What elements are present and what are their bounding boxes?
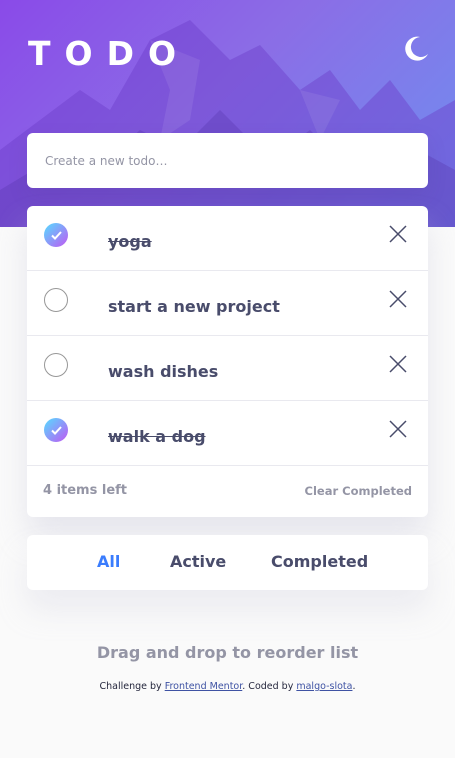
delete-button[interactable] [387,223,409,245]
todo-checkbox[interactable] [44,353,68,377]
check-icon [51,426,62,435]
theme-toggle-button[interactable] [400,34,430,64]
todo-item[interactable]: walk a dog [27,401,428,466]
todo-item[interactable]: yoga [27,206,428,271]
frontend-mentor-link[interactable]: Frontend Mentor [165,681,243,692]
attribution: Challenge by Frontend Mentor. Coded by m… [0,681,455,692]
todo-item[interactable]: start a new project [27,271,428,336]
delete-button[interactable] [387,353,409,375]
author-link[interactable]: malgo-slota [296,681,352,692]
delete-button[interactable] [387,418,409,440]
list-footer: 4 items left Clear Completed [27,466,428,517]
filter-active[interactable]: Active [170,552,226,571]
app-title: TODO [28,34,191,73]
close-icon [389,225,407,243]
drag-hint: Drag and drop to reorder list [96,643,359,662]
attribution-prefix: Challenge by [99,681,165,692]
todo-item[interactable]: wash dishes [27,336,428,401]
check-icon [51,231,62,240]
attribution-middle: . Coded by [242,681,297,692]
moon-icon [405,36,428,61]
filter-all[interactable]: All [97,552,120,571]
filter-completed[interactable]: Completed [271,552,368,571]
new-todo-container [27,133,428,188]
todo-checkbox[interactable] [44,418,68,442]
filter-bar: All Active Completed [27,535,428,590]
new-todo-input[interactable] [27,133,428,188]
todo-checkbox[interactable] [44,288,68,312]
todo-text: walk a dog [108,427,206,446]
todo-text: yoga [108,232,152,251]
todo-text: start a new project [108,297,280,316]
todo-list: yoga start a new project wash dishes wal… [27,206,428,517]
close-icon [389,355,407,373]
attribution-suffix: . [352,681,356,692]
delete-button[interactable] [387,288,409,310]
todo-text: wash dishes [108,362,219,381]
items-left-count: 4 items left [43,483,128,498]
todo-checkbox[interactable] [44,223,68,247]
close-icon [389,420,407,438]
close-icon [389,290,407,308]
clear-completed-button[interactable]: Clear Completed [305,484,412,498]
